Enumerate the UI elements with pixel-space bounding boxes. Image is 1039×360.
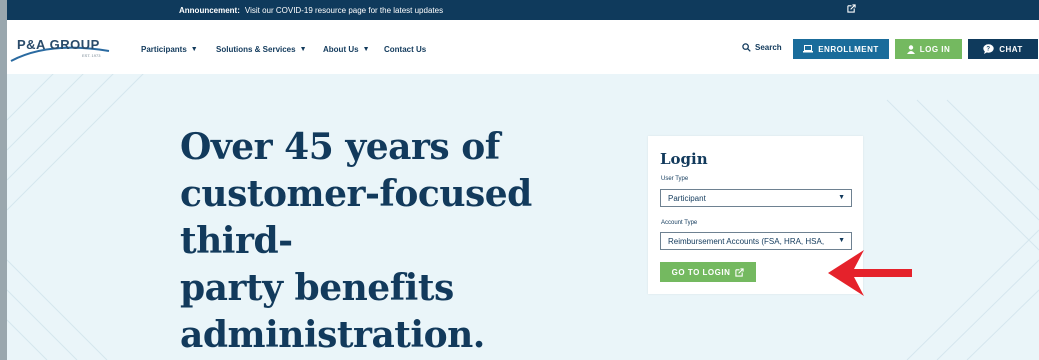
announcement-link[interactable]: Visit our COVID-19 resource page for the…: [245, 6, 443, 15]
laptop-icon: [803, 45, 814, 53]
enrollment-label: ENROLLMENT: [818, 44, 879, 54]
caret-down-icon: ▼: [362, 46, 370, 53]
hero-heading: Over 45 years of customer-focused third-…: [180, 124, 640, 359]
user-type-label: User Type: [661, 176, 689, 182]
hero-line-1: Over 45 years of: [180, 126, 500, 168]
user-type-select[interactable]: Participant ▼: [660, 189, 852, 207]
caret-down-icon: ▼: [190, 46, 198, 53]
page: Announcement: Visit our COVID-19 resourc…: [7, 0, 1039, 360]
nav-about-label: About Us: [323, 45, 359, 54]
caret-down-icon: ▼: [299, 46, 307, 53]
go-to-login-button[interactable]: GO TO LOGIN: [660, 262, 756, 282]
search-button[interactable]: Search: [742, 43, 782, 52]
login-button[interactable]: LOG IN: [895, 39, 962, 59]
search-label: Search: [755, 43, 782, 52]
hero-line-2: customer-focused third-: [180, 173, 532, 262]
external-link-icon: [735, 267, 744, 277]
nav-about-us[interactable]: About Us ▼: [323, 45, 370, 54]
announcement-label: Announcement:: [179, 5, 240, 15]
go-to-login-label: GO TO LOGIN: [671, 267, 731, 277]
nav-participants[interactable]: Participants ▼: [141, 45, 198, 54]
annotation-arrow-icon: [828, 250, 912, 296]
user-type-value: Participant: [668, 193, 706, 203]
nav-participants-label: Participants: [141, 45, 187, 54]
account-type-label: Account Type: [661, 220, 698, 226]
caret-down-icon: ▼: [835, 237, 845, 244]
company-logo[interactable]: P&A GROUP EST. 1973: [9, 37, 119, 67]
nav-solutions-label: Solutions & Services: [216, 45, 296, 54]
announcement-bar: Announcement: Visit our COVID-19 resourc…: [7, 0, 1039, 20]
window-edge: [0, 0, 7, 360]
logo-est: EST. 1973: [82, 53, 101, 58]
svg-text:?: ?: [987, 47, 991, 53]
login-card-title: Login: [660, 150, 708, 168]
nav-solutions-services[interactable]: Solutions & Services ▼: [216, 45, 307, 54]
chat-label: CHAT: [999, 44, 1023, 54]
nav-contact-label: Contact Us: [384, 45, 427, 54]
account-type-select[interactable]: Reimbursement Accounts (FSA, HRA, HSA, ▼: [660, 232, 852, 250]
account-type-value: Reimbursement Accounts (FSA, HRA, HSA,: [668, 236, 825, 246]
external-link-icon[interactable]: [847, 4, 856, 15]
user-icon: [906, 44, 915, 54]
nav-contact-us[interactable]: Contact Us: [384, 45, 426, 54]
hero-line-3: party benefits: [180, 267, 454, 309]
enrollment-button[interactable]: ENROLLMENT: [793, 39, 889, 59]
chat-button[interactable]: ? CHAT: [968, 39, 1038, 59]
main-navbar: P&A GROUP EST. 1973 Participants ▼ Solut…: [7, 20, 1039, 74]
chat-bubble-icon: ?: [983, 44, 994, 54]
hero-line-4: administration.: [180, 314, 485, 356]
logo-text: P&A GROUP: [17, 37, 100, 52]
caret-down-icon: ▼: [838, 194, 845, 201]
search-icon: [742, 43, 751, 52]
login-label: LOG IN: [919, 44, 951, 54]
